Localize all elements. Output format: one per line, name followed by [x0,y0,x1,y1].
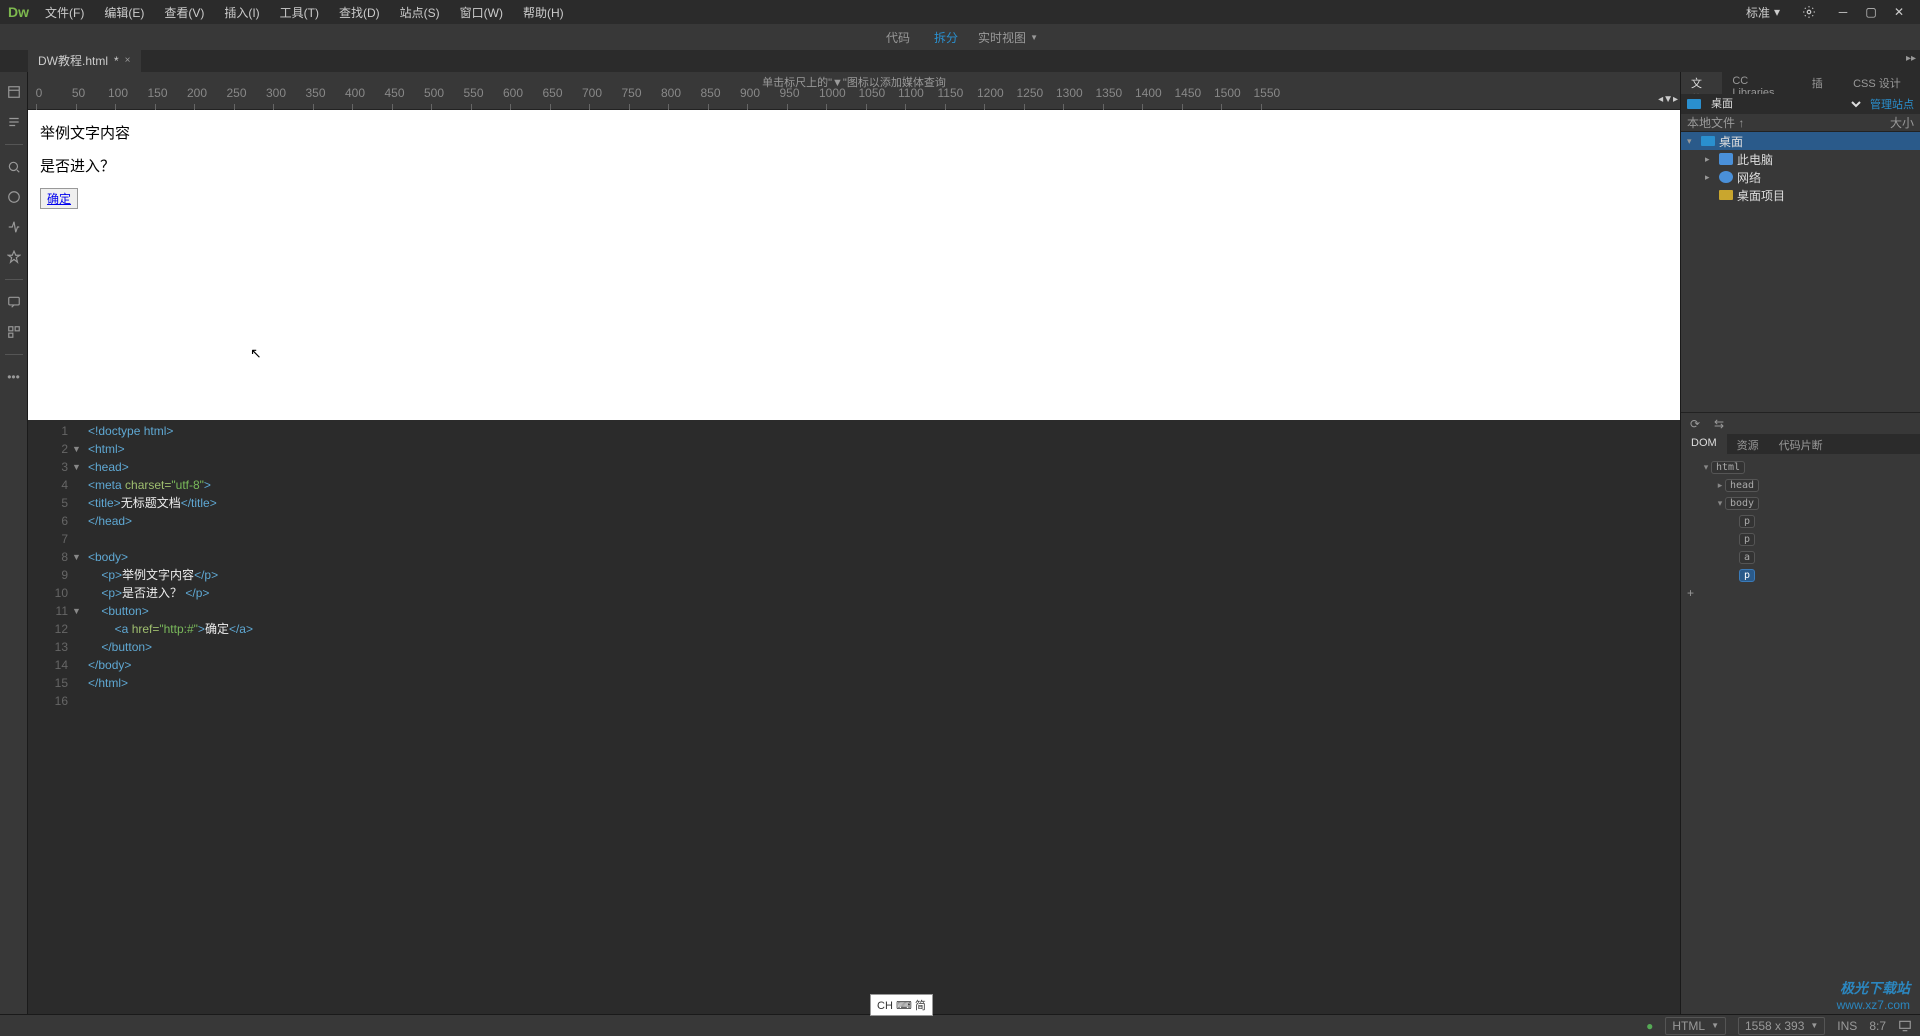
dom-panel-tabs: DOM资源代码片断 [1681,434,1920,454]
panel-tab-CSS 设计器[interactable]: CSS 设计器 [1843,72,1920,94]
format-icon[interactable] [6,249,22,265]
file-manage-icon[interactable] [6,84,22,100]
inspect-icon[interactable] [6,159,22,175]
dom-node[interactable]: p [1681,566,1920,584]
menu-插入I[interactable]: 插入(I) [216,1,267,24]
app-logo: Dw [8,4,29,20]
expand-panels-icon[interactable]: ▸▸ [1906,53,1916,64]
dom-tab-代码片断[interactable]: 代码片断 [1769,434,1833,454]
preview-button-link[interactable]: 确定 [47,192,71,206]
files-column-header[interactable]: 本地文件 ↑大小 [1681,114,1920,132]
files-panel-header: 桌面 管理站点 [1681,94,1920,114]
panel-tab-CC Libraries[interactable]: CC Libraries [1722,72,1801,94]
ruler-marker-icon[interactable]: ◂▼▸ [1658,94,1678,105]
menubar: Dw 文件(F)编辑(E)查看(V)插入(I)工具(T)查找(D)站点(S)窗口… [0,0,1920,24]
collapse-icon[interactable] [6,189,22,205]
document-tab[interactable]: DW教程.html* × [28,49,141,72]
status-preview-icon[interactable] [1898,1019,1912,1033]
left-toolbar: ••• [0,72,28,1014]
live-preview-pane[interactable]: 举例文字内容 是否进入？ 确定 ↖ [28,110,1680,420]
panel-tab-文件[interactable]: 文件 [1681,72,1722,94]
menu-工具T[interactable]: 工具(T) [272,1,327,24]
menu-站点S[interactable]: 站点(S) [392,1,448,24]
workspace-switcher[interactable]: 标准▾ [1738,2,1788,23]
document-tab-bar: DW教程.html* × ▸▸ [0,50,1920,72]
file-tree[interactable]: ▾桌面▸此电脑▸网络桌面项目 [1681,132,1920,412]
menu-帮助H[interactable]: 帮助(H) [515,1,572,24]
settings-sync-icon[interactable] [1796,2,1822,22]
file-tree-item[interactable]: 桌面项目 [1681,186,1920,204]
refresh-icon[interactable]: ⟳ [1687,416,1703,432]
status-viewport-dropdown[interactable]: 1558 x 393▼ [1738,1017,1825,1035]
menu-items: 文件(F)编辑(E)查看(V)插入(I)工具(T)查找(D)站点(S)窗口(W)… [37,1,572,24]
preview-paragraph-1[interactable]: 举例文字内容 [40,122,1668,143]
dom-tree[interactable]: ▾html▸head▾bodyppap+ [1681,454,1920,1014]
status-cursor-position: 8:7 [1869,1019,1886,1033]
tab-close-icon[interactable]: × [125,55,131,66]
menu-查找D[interactable]: 查找(D) [331,1,388,24]
snippet-icon[interactable] [6,324,22,340]
menu-查看V[interactable]: 查看(V) [156,1,212,24]
code-editor[interactable]: 12▼3▼45678▼91011▼1213141516 <!doctype ht… [28,420,1680,1014]
dom-node[interactable]: p [1681,530,1920,548]
dom-tab-DOM[interactable]: DOM [1681,434,1727,454]
view-toolbar: 代码 拆分 实时视图▼ [0,24,1920,50]
status-error-indicator[interactable]: ● [1646,1019,1653,1033]
file-tree-item[interactable]: ▸网络 [1681,168,1920,186]
comment-icon[interactable] [6,294,22,310]
dom-node[interactable]: ▾body [1681,494,1920,512]
more-tools-icon[interactable]: ••• [6,369,22,385]
view-live-dropdown[interactable]: 实时视图▼ [978,29,1038,46]
preview-button[interactable]: 确定 [40,188,78,209]
manage-sites-link[interactable]: 管理站点 [1870,96,1914,112]
view-split-button[interactable]: 拆分 [930,27,962,48]
dom-icon[interactable] [6,219,22,235]
close-button[interactable]: ✕ [1886,2,1912,22]
panel-tabs: 文件CC Libraries插入CSS 设计器 [1681,72,1920,94]
cursor-icon: ↖ [250,345,262,362]
dom-node[interactable]: a [1681,548,1920,566]
ime-indicator: CH ⌨ 简 [870,994,933,1016]
view-code-button[interactable]: 代码 [882,27,914,48]
ruler[interactable]: 0501001502002503003504004505005506006507… [28,92,1680,110]
dom-node[interactable]: ▸head [1681,476,1920,494]
folder-yellow-icon [1719,190,1733,200]
net-icon [1719,171,1733,183]
live-options-icon[interactable] [6,114,22,130]
right-panel-group: 文件CC Libraries插入CSS 设计器 桌面 管理站点 本地文件 ↑大小… [1680,72,1920,1014]
menu-编辑E[interactable]: 编辑(E) [96,1,152,24]
dom-node[interactable]: p [1681,512,1920,530]
folder-icon [1687,99,1701,109]
panel-tab-插入[interactable]: 插入 [1802,72,1843,94]
status-bar: ● HTML▼ 1558 x 393▼ INS 8:7 [0,1014,1920,1036]
file-tree-item[interactable]: ▾桌面 [1681,132,1920,150]
dom-add-icon[interactable]: + [1681,586,1694,600]
menu-窗口W[interactable]: 窗口(W) [452,1,511,24]
files-footer: ⟳ ⇆ [1681,412,1920,434]
maximize-button[interactable]: ▢ [1858,2,1884,22]
tab-title: DW教程.html [38,52,108,69]
preview-paragraph-2[interactable]: 是否进入？ [40,155,1668,176]
minimize-button[interactable]: ─ [1830,2,1856,22]
file-tree-item[interactable]: ▸此电脑 [1681,150,1920,168]
status-language-dropdown[interactable]: HTML▼ [1665,1017,1726,1035]
folder-blue-icon [1701,136,1715,146]
files-site-dropdown[interactable]: 桌面 [1707,97,1864,111]
dom-node[interactable]: ▾html [1681,458,1920,476]
status-insert-mode[interactable]: INS [1837,1019,1857,1033]
watermark: 极光下载站 www.xz7.com [1837,978,1910,1012]
dom-tab-资源[interactable]: 资源 [1727,434,1769,454]
sync-icon[interactable]: ⇆ [1711,416,1727,432]
drive-icon [1719,153,1733,165]
menu-文件F[interactable]: 文件(F) [37,1,92,24]
